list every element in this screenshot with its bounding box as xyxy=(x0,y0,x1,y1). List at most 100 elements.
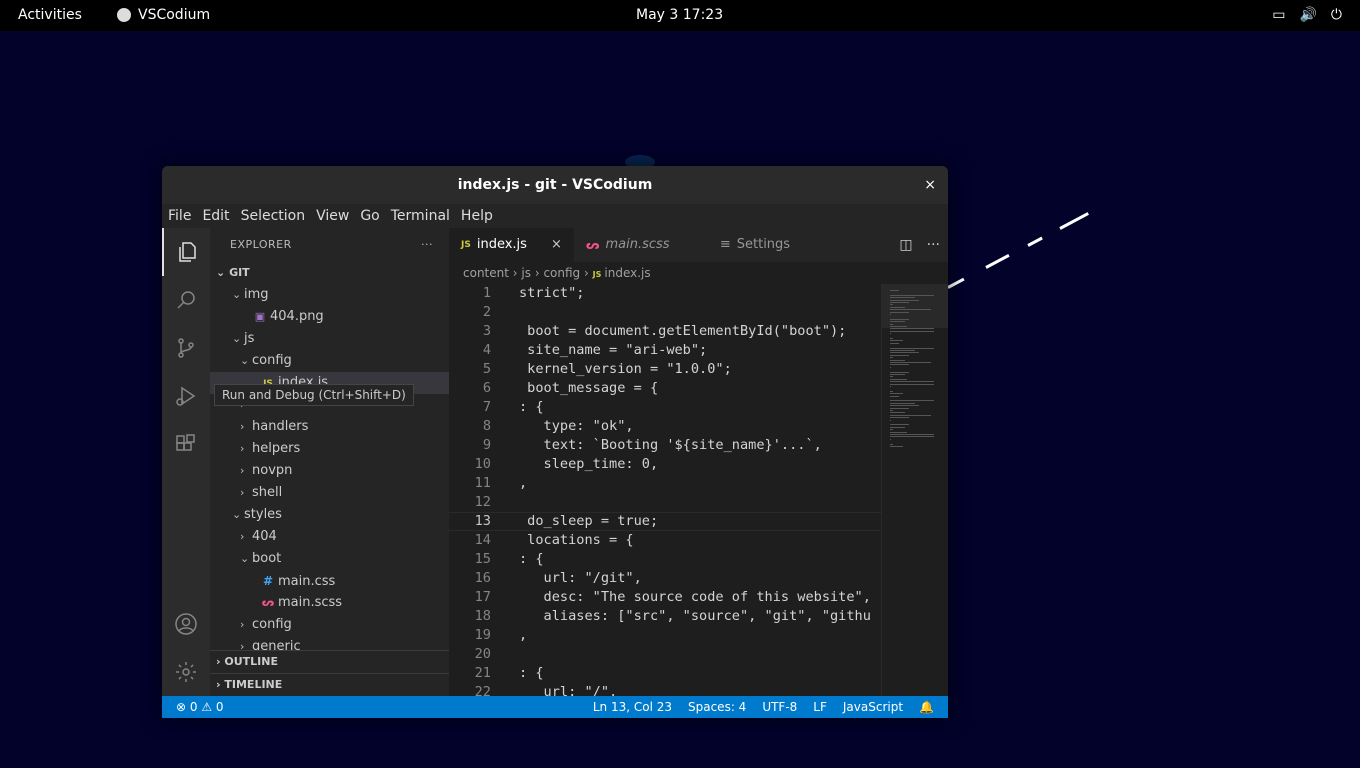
code-text: type: "ok", xyxy=(519,418,634,434)
tree-item[interactable]: › helpers xyxy=(210,438,449,460)
code-line[interactable]: 12 xyxy=(449,493,881,512)
search-icon[interactable] xyxy=(162,276,210,324)
cursor-position[interactable]: Ln 13, Col 23 xyxy=(593,696,672,718)
close-window-button[interactable]: × xyxy=(924,166,936,204)
more-actions-icon[interactable]: ··· xyxy=(927,228,940,262)
extensions-icon[interactable] xyxy=(162,420,210,468)
menu-terminal[interactable]: Terminal xyxy=(391,208,450,224)
tree-item[interactable]: ▣ 404.png xyxy=(210,306,449,328)
code-line[interactable]: 3 boot = document.getElementById("boot")… xyxy=(449,322,881,341)
code-line[interactable]: 2 xyxy=(449,303,881,322)
tree-item-label: styles xyxy=(244,507,282,522)
line-number: 14 xyxy=(474,532,491,548)
code-line[interactable]: 4 site_name = "ari-web"; xyxy=(449,341,881,360)
code-line[interactable]: 16 url: "/git", xyxy=(449,569,881,588)
code-line[interactable]: 8 type: "ok", xyxy=(449,417,881,436)
breadcrumb-item[interactable]: content xyxy=(463,266,509,280)
line-ending[interactable]: LF xyxy=(813,696,827,718)
tab-label: index.js xyxy=(476,237,527,252)
tree-item[interactable]: › novpn xyxy=(210,460,449,482)
run-and-debug-icon[interactable] xyxy=(162,372,210,420)
menu-go[interactable]: Go xyxy=(360,208,379,224)
close-tab-button[interactable]: × xyxy=(551,228,562,262)
minimap-line xyxy=(890,424,909,426)
minimap-line xyxy=(890,366,892,368)
tree-item[interactable]: › config xyxy=(210,614,449,636)
code-line[interactable]: 22 url: "/", xyxy=(449,683,881,696)
tab-label: main.scss xyxy=(605,237,670,252)
code-line[interactable]: 1 strict"; xyxy=(449,284,881,303)
menu-file[interactable]: File xyxy=(168,208,191,224)
explorer-more-actions-button[interactable]: ··· xyxy=(421,228,433,262)
editor-area: JS index.js × ᔕ main.scss ≡ Settings ◫ ·… xyxy=(449,228,948,696)
breadcrumb-item[interactable]: js xyxy=(521,266,531,280)
minimap-line xyxy=(890,412,906,414)
tab-main-scss[interactable]: ᔕ main.scss xyxy=(574,228,708,262)
code-line[interactable]: 13 do_sleep = true; xyxy=(449,512,881,531)
breadcrumb-item[interactable]: index.js xyxy=(604,266,650,280)
minimap-line xyxy=(890,386,892,387)
volume-icon[interactable]: 🔊 xyxy=(1299,7,1316,23)
tree-item[interactable]: › 404 xyxy=(210,526,449,548)
outline-section[interactable]: › OUTLINE xyxy=(210,650,449,673)
code-line[interactable]: 14 locations = { xyxy=(449,531,881,550)
notifications-bell-icon[interactable]: 🔔 xyxy=(919,696,934,718)
accounts-icon[interactable] xyxy=(162,600,210,648)
git-section-header[interactable]: ⌄ GIT xyxy=(210,262,449,284)
menu-selection[interactable]: Selection xyxy=(241,208,306,224)
screen-icon[interactable]: ▭ xyxy=(1272,7,1285,23)
file-encoding[interactable]: UTF-8 xyxy=(762,696,797,718)
app-menu[interactable]: VSCodium xyxy=(117,7,210,23)
tab-settings[interactable]: ≡ Settings xyxy=(708,228,832,262)
code-line[interactable]: 18 aliases: ["src", "source", "git", "gi… xyxy=(449,607,881,626)
tree-item[interactable]: ⌄ config xyxy=(210,350,449,372)
chevron-down-icon: ⌄ xyxy=(232,508,242,521)
clock[interactable]: May 3 17:23 xyxy=(636,7,723,23)
minimap-line xyxy=(890,350,916,351)
minimap[interactable] xyxy=(881,284,948,696)
code-line[interactable]: 17 desc: "The source code of this websit… xyxy=(449,588,881,607)
chevron-right-icon: › xyxy=(240,640,245,650)
tree-item[interactable]: › handlers xyxy=(210,416,449,438)
code-line[interactable]: 7: { xyxy=(449,398,881,417)
explorer-icon[interactable] xyxy=(162,228,212,276)
code-line[interactable]: 20 xyxy=(449,645,881,664)
minimap-line xyxy=(890,340,904,342)
power-icon[interactable]: ⏻ xyxy=(1331,7,1342,23)
code-line[interactable]: 10 sleep_time: 0, xyxy=(449,455,881,474)
timeline-section[interactable]: › TIMELINE xyxy=(210,673,449,696)
code-line[interactable]: 5 kernel_version = "1.0.0"; xyxy=(449,360,881,379)
menu-edit[interactable]: Edit xyxy=(202,208,229,224)
problems-indicator[interactable]: ⊗ 0 ⚠ 0 xyxy=(176,696,224,718)
breadcrumb-item[interactable]: config xyxy=(543,266,580,280)
code-line[interactable]: 21: { xyxy=(449,664,881,683)
tree-item[interactable]: › generic xyxy=(210,636,449,650)
code-editor[interactable]: 1 strict"; 2 3 boot = document.getElementBy… xyxy=(449,284,881,696)
tree-item[interactable]: › shell xyxy=(210,482,449,504)
tree-item[interactable]: ⌄ boot xyxy=(210,548,449,570)
manage-gear-icon[interactable] xyxy=(162,648,210,696)
tree-item[interactable]: ⌄ styles xyxy=(210,504,449,526)
system-tray[interactable]: ▭ 🔊 ⏻ xyxy=(1272,7,1342,23)
menu-view[interactable]: View xyxy=(316,208,349,224)
indentation[interactable]: Spaces: 4 xyxy=(688,696,746,718)
minimap-line xyxy=(890,309,931,311)
tree-item[interactable]: ᔕ main.scss xyxy=(210,592,449,614)
tree-item[interactable]: ⌄ js xyxy=(210,328,449,350)
menu-help[interactable]: Help xyxy=(461,208,493,224)
window-titlebar[interactable]: index.js - git - VSCodium × xyxy=(162,166,948,204)
tree-item[interactable]: ⌄ img xyxy=(210,284,449,306)
code-line[interactable]: 15: { xyxy=(449,550,881,569)
chevron-right-icon: › xyxy=(240,486,245,499)
activities-button[interactable]: Activities xyxy=(18,7,82,23)
language-mode[interactable]: JavaScript xyxy=(843,696,903,718)
code-line[interactable]: 9 text: `Booting '${site_name}'...`, xyxy=(449,436,881,455)
code-line[interactable]: 19, xyxy=(449,626,881,645)
source-control-icon[interactable] xyxy=(162,324,210,372)
css-file-icon: # xyxy=(262,574,274,588)
code-line[interactable]: 6 boot_message = { xyxy=(449,379,881,398)
split-editor-icon[interactable]: ◫ xyxy=(899,228,912,262)
tree-item[interactable]: # main.css xyxy=(210,570,449,592)
code-line[interactable]: 11, xyxy=(449,474,881,493)
tab-index-js[interactable]: JS index.js × xyxy=(449,228,574,262)
